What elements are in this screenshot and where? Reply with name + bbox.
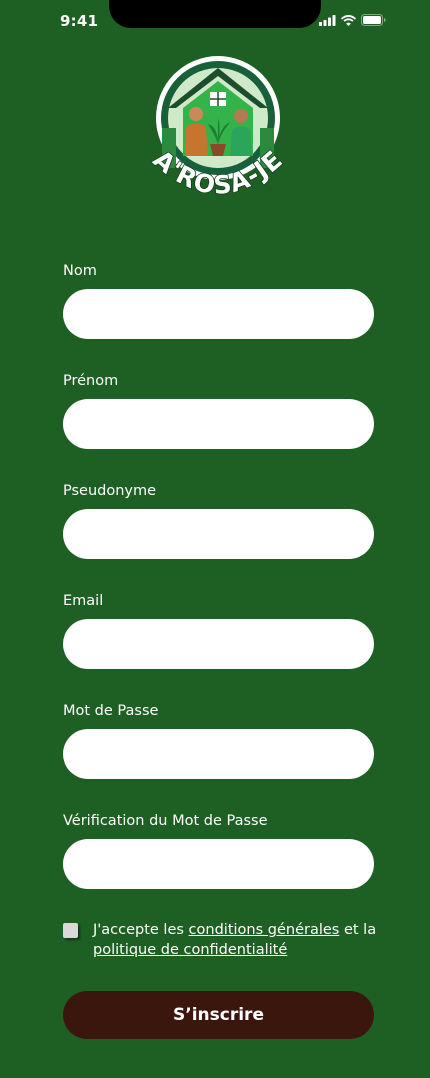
terms-checkbox[interactable] bbox=[63, 923, 78, 938]
privacy-link[interactable]: politique de confidentialité bbox=[93, 942, 287, 958]
field-nom: Nom bbox=[63, 262, 374, 372]
field-password-confirm: Vérification du Mot de Passe bbox=[63, 812, 374, 922]
password-input[interactable] bbox=[63, 729, 374, 779]
signup-form: Nom Prénom Pseudonyme Email Mot de Passe… bbox=[63, 262, 374, 922]
logo-emblem: A'ROSA-JE bbox=[147, 56, 288, 201]
field-pseudonyme: Pseudonyme bbox=[63, 482, 374, 592]
status-time: 9:41 bbox=[60, 12, 99, 30]
consent-prefix: J'accepte les bbox=[93, 922, 189, 938]
password-confirm-input[interactable] bbox=[63, 839, 374, 889]
field-email: Email bbox=[63, 592, 374, 702]
field-password: Mot de Passe bbox=[63, 702, 374, 812]
cellular-signal-icon bbox=[319, 14, 336, 26]
wifi-icon bbox=[341, 14, 356, 26]
status-icons bbox=[319, 14, 386, 26]
field-label-nom: Nom bbox=[63, 263, 97, 279]
consent-middle: et la bbox=[339, 922, 377, 938]
terms-link[interactable]: conditions générales bbox=[189, 922, 340, 938]
pseudonyme-input[interactable] bbox=[63, 509, 374, 559]
nom-input[interactable] bbox=[63, 289, 374, 339]
device-notch bbox=[109, 0, 321, 28]
app-logo: A'ROSA-JE bbox=[138, 56, 298, 226]
field-label-email: Email bbox=[63, 593, 104, 609]
email-input[interactable] bbox=[63, 619, 374, 669]
field-label-password-confirm: Vérification du Mot de Passe bbox=[63, 813, 268, 829]
field-label-prenom: Prénom bbox=[63, 373, 119, 389]
signup-button[interactable]: S’inscrire bbox=[63, 991, 374, 1039]
field-label-pseudonyme: Pseudonyme bbox=[63, 483, 157, 499]
battery-icon bbox=[361, 14, 386, 26]
prenom-input[interactable] bbox=[63, 399, 374, 449]
field-label-password: Mot de Passe bbox=[63, 703, 159, 719]
field-prenom: Prénom bbox=[63, 372, 374, 482]
consent-text: J'accepte les conditions générales et la… bbox=[93, 920, 383, 960]
status-bar: 9:41 bbox=[0, 0, 430, 44]
